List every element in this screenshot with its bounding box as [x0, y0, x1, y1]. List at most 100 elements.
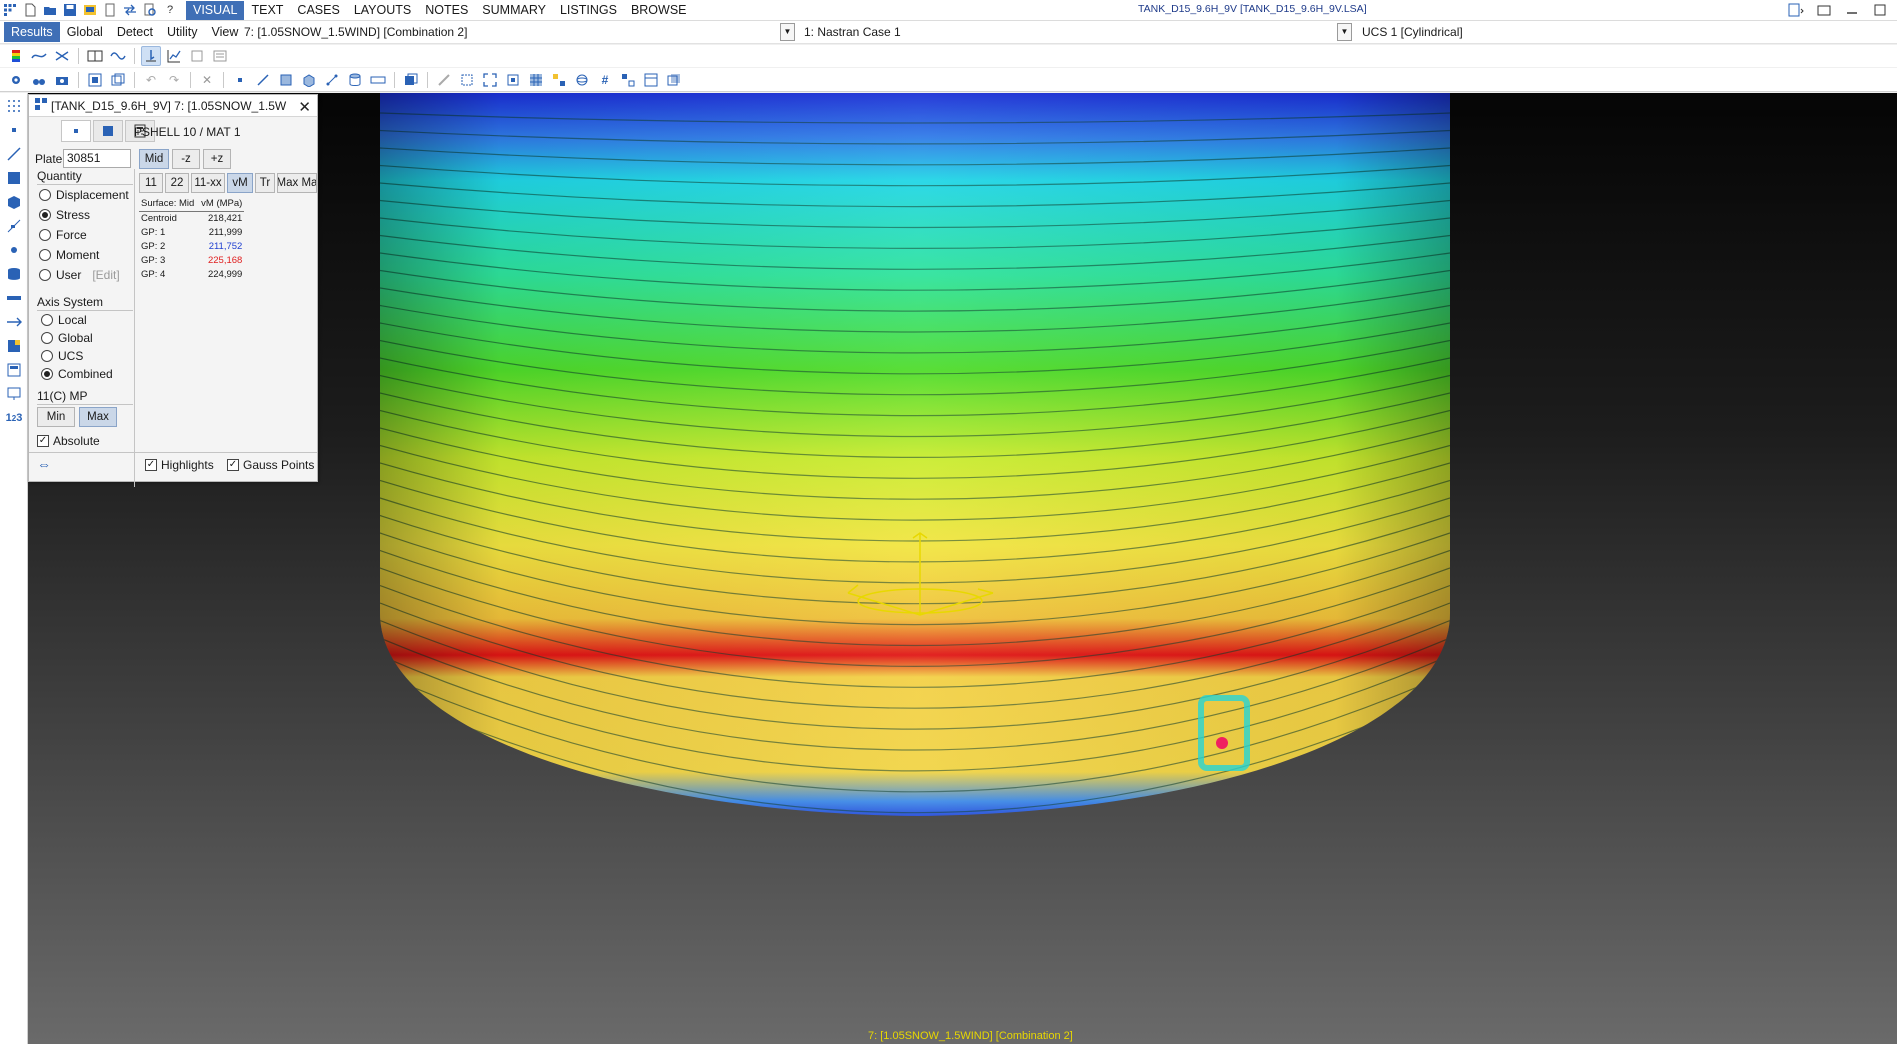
axis-local-radio[interactable]: Local	[41, 313, 87, 327]
component-11xx-button[interactable]: 11-xx	[191, 173, 225, 193]
gauss-points-checkbox[interactable]: ✓ Gauss Points	[227, 458, 314, 472]
tab-plate-icon[interactable]	[93, 120, 123, 142]
camera-icon[interactable]	[52, 70, 72, 90]
contour-color-icon[interactable]	[6, 46, 26, 66]
tab-detect[interactable]: Detect	[110, 22, 160, 42]
report-icon[interactable]	[187, 46, 207, 66]
view-options-icon[interactable]	[641, 70, 661, 90]
link-icon[interactable]	[322, 70, 342, 90]
tab-node-icon[interactable]	[61, 120, 91, 142]
tab-browse[interactable]: BROWSE	[624, 1, 694, 20]
mesh-icon[interactable]	[526, 70, 546, 90]
beam-tool-icon[interactable]	[2, 143, 26, 165]
new-file-icon[interactable]	[20, 1, 40, 19]
component-tresca-button[interactable]: Tr	[255, 173, 275, 193]
axis-ucs-radio[interactable]: UCS	[41, 349, 83, 363]
table-tool-icon[interactable]	[2, 359, 26, 381]
layers-icon[interactable]	[664, 70, 684, 90]
panel-title-bar[interactable]: [TANK_D15_9.6H_9V] 7: [1.05SNOW_1.5WIND]…	[29, 95, 317, 117]
tab-utility[interactable]: Utility	[160, 22, 205, 42]
binoculars-icon[interactable]	[29, 70, 49, 90]
dimension-icon[interactable]	[368, 70, 388, 90]
list-icon[interactable]	[210, 46, 230, 66]
undo-icon[interactable]: ↶	[141, 70, 161, 90]
grid-select-icon[interactable]	[85, 70, 105, 90]
node-icon[interactable]	[230, 70, 250, 90]
tab-notes[interactable]: NOTES	[418, 1, 475, 20]
plate-number-field[interactable]: 30851	[63, 149, 131, 168]
surface-plus-z-button[interactable]: +z	[203, 149, 231, 169]
analysis-case-select[interactable]: 1: Nastran Case 1 ▼	[804, 22, 1354, 42]
plate-tool-icon[interactable]	[2, 167, 26, 189]
axis-global-radio[interactable]: Global	[41, 331, 93, 345]
delete-icon[interactable]: ✕	[197, 70, 217, 90]
component-11-button[interactable]: 11	[139, 173, 163, 193]
app-menu-icon[interactable]	[0, 1, 20, 19]
save-results-icon[interactable]	[80, 1, 100, 19]
grid-dots-icon[interactable]	[2, 95, 26, 117]
move-tool-icon[interactable]	[2, 335, 26, 357]
measure-icon[interactable]	[434, 70, 454, 90]
tab-layouts[interactable]: LAYOUTS	[347, 1, 418, 20]
gear-icon[interactable]	[6, 70, 26, 90]
quantity-force-radio[interactable]: Force	[39, 228, 87, 242]
point-tool-icon[interactable]	[2, 239, 26, 261]
absolute-checkbox[interactable]: ✓ Absolute	[37, 434, 100, 448]
redo-icon[interactable]: ↷	[164, 70, 184, 90]
quantity-moment-radio[interactable]: Moment	[39, 248, 99, 262]
quantity-stress-radio[interactable]: Stress	[39, 208, 90, 222]
quantity-user-radio[interactable]: User [Edit]	[39, 268, 120, 282]
probe-icon[interactable]	[141, 46, 161, 66]
waveform-icon[interactable]	[108, 46, 128, 66]
surface-minus-z-button[interactable]: -z	[172, 149, 200, 169]
open-folder-icon[interactable]	[40, 1, 60, 19]
numbering-tool-icon[interactable]: 123	[2, 407, 26, 429]
sphere-icon[interactable]	[572, 70, 592, 90]
tab-cases[interactable]: CASES	[290, 1, 346, 20]
component-vm-button[interactable]: vM	[227, 173, 253, 193]
dots-tool-icon[interactable]	[2, 287, 26, 309]
tab-view[interactable]: View	[205, 22, 246, 42]
help-icon[interactable]: ?	[160, 1, 180, 19]
attributes-icon[interactable]	[549, 70, 569, 90]
select-box-icon[interactable]	[457, 70, 477, 90]
maximize-icon[interactable]	[1869, 1, 1891, 19]
tab-visual[interactable]: VISUAL	[186, 0, 245, 20]
component-22-button[interactable]: 22	[165, 173, 189, 193]
load-combination-select[interactable]: 7: [1.05SNOW_1.5WIND] [Combination 2] ▼	[244, 22, 796, 42]
render-mode-icon[interactable]	[401, 70, 421, 90]
quantity-displacement-radio[interactable]: Displacement	[39, 188, 129, 202]
tab-listings[interactable]: LISTINGS	[553, 1, 624, 20]
tab-results[interactable]: Results	[4, 22, 60, 42]
user-edit-link[interactable]: [Edit]	[92, 268, 119, 282]
minimize-icon[interactable]	[1841, 1, 1863, 19]
snap-icon[interactable]	[618, 70, 638, 90]
surface-mid-button[interactable]: Mid	[139, 149, 169, 169]
highlights-checkbox[interactable]: ✓ Highlights	[145, 458, 214, 472]
node-tool-icon[interactable]	[2, 119, 26, 141]
restore-icon[interactable]	[1813, 1, 1835, 19]
search-file-icon[interactable]	[140, 1, 160, 19]
expand-arrows-icon[interactable]: ⇔	[37, 456, 51, 472]
brick-tool-icon[interactable]	[2, 191, 26, 213]
tab-summary[interactable]: SUMMARY	[475, 1, 553, 20]
link-tool-icon[interactable]	[2, 215, 26, 237]
axis-combined-radio[interactable]: Combined	[41, 367, 113, 381]
min-button[interactable]: Min	[37, 407, 75, 427]
max-button[interactable]: Max	[79, 407, 117, 427]
arrows-tool-icon[interactable]	[2, 311, 26, 333]
coordinate-system-select[interactable]: UCS 1 [Cylindrical]	[1362, 22, 1722, 42]
chevron-down-icon[interactable]: ▼	[1337, 23, 1352, 41]
component-max-button[interactable]: Max Ma	[277, 173, 317, 193]
animate-icon[interactable]	[52, 46, 72, 66]
copy-view-icon[interactable]	[108, 70, 128, 90]
beam-icon[interactable]	[253, 70, 273, 90]
compare-icon[interactable]	[120, 1, 140, 19]
layout-icon[interactable]	[1785, 1, 1807, 19]
print-icon[interactable]	[100, 1, 120, 19]
tab-global[interactable]: Global	[60, 22, 110, 42]
save-icon[interactable]	[60, 1, 80, 19]
cylinder-tool-icon[interactable]	[2, 263, 26, 285]
close-icon[interactable]: ✕	[298, 98, 311, 116]
brick-icon[interactable]	[299, 70, 319, 90]
